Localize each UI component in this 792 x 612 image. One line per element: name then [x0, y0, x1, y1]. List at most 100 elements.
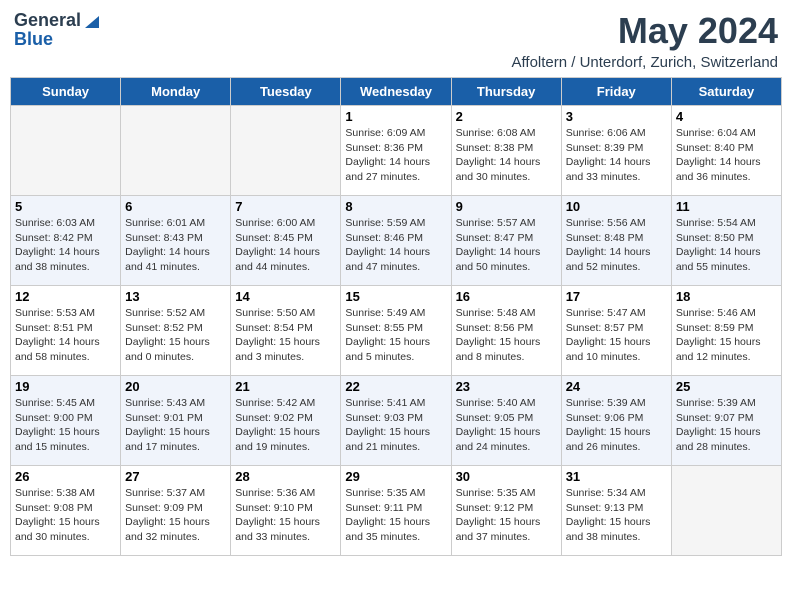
week-row-5: 26 Sunrise: 5:38 AM Sunset: 9:08 PM Dayli…	[11, 466, 782, 556]
day-info: Sunrise: 5:35 AM Sunset: 9:12 PM Dayligh…	[456, 486, 557, 545]
day-number: 13	[125, 289, 226, 304]
logo-general: General	[14, 10, 81, 31]
day-info: Sunrise: 5:43 AM Sunset: 9:01 PM Dayligh…	[125, 396, 226, 455]
day-number: 7	[235, 199, 336, 214]
day-cell-23: 23 Sunrise: 5:40 AM Sunset: 9:05 PM Dayli…	[451, 376, 561, 466]
weekday-header-friday: Friday	[561, 78, 671, 106]
day-info: Sunrise: 5:46 AM Sunset: 8:59 PM Dayligh…	[676, 306, 777, 365]
day-cell-16: 16Sunrise: 5:48 AM Sunset: 8:56 PM Dayli…	[451, 286, 561, 376]
day-info: Sunrise: 5:40 AM Sunset: 9:05 PM Dayligh…	[456, 396, 557, 455]
week-row-1: 1 Sunrise: 6:09 AM Sunset: 8:36 PM Daylig…	[11, 106, 782, 196]
weekday-header-thursday: Thursday	[451, 78, 561, 106]
day-info: Sunrise: 5:47 AM Sunset: 8:57 PM Dayligh…	[566, 306, 667, 365]
day-cell-8: 8 Sunrise: 5:59 AM Sunset: 8:46 PM Daylig…	[341, 196, 451, 286]
day-cell-26: 26 Sunrise: 5:38 AM Sunset: 9:08 PM Dayli…	[11, 466, 121, 556]
day-number: 15	[345, 289, 446, 304]
title-month: May 2024	[512, 10, 779, 52]
day-cell-7: 7 Sunrise: 6:00 AM Sunset: 8:45 PM Daylig…	[231, 196, 341, 286]
day-number: 22	[345, 379, 446, 394]
day-cell-20: 20 Sunrise: 5:43 AM Sunset: 9:01 PM Dayli…	[121, 376, 231, 466]
logo-triangle-icon	[83, 12, 101, 30]
empty-cell	[11, 106, 121, 196]
weekday-header-row: SundayMondayTuesdayWednesdayThursdayFrid…	[11, 78, 782, 106]
day-info: Sunrise: 5:45 AM Sunset: 9:00 PM Dayligh…	[15, 396, 116, 455]
day-info: Sunrise: 5:56 AM Sunset: 8:48 PM Dayligh…	[566, 216, 667, 275]
day-info: Sunrise: 6:03 AM Sunset: 8:42 PM Dayligh…	[15, 216, 116, 275]
day-info: Sunrise: 5:34 AM Sunset: 9:13 PM Dayligh…	[566, 486, 667, 545]
calendar-table: SundayMondayTuesdayWednesdayThursdayFrid…	[10, 77, 782, 556]
day-info: Sunrise: 5:39 AM Sunset: 9:07 PM Dayligh…	[676, 396, 777, 455]
weekday-header-tuesday: Tuesday	[231, 78, 341, 106]
day-number: 8	[345, 199, 446, 214]
day-info: Sunrise: 5:57 AM Sunset: 8:47 PM Dayligh…	[456, 216, 557, 275]
weekday-header-sunday: Sunday	[11, 78, 121, 106]
day-info: Sunrise: 5:41 AM Sunset: 9:03 PM Dayligh…	[345, 396, 446, 455]
day-info: Sunrise: 5:36 AM Sunset: 9:10 PM Dayligh…	[235, 486, 336, 545]
day-cell-3: 3 Sunrise: 6:06 AM Sunset: 8:39 PM Daylig…	[561, 106, 671, 196]
day-cell-17: 17 Sunrise: 5:47 AM Sunset: 8:57 PM Dayli…	[561, 286, 671, 376]
day-number: 5	[15, 199, 116, 214]
day-cell-12: 12 Sunrise: 5:53 AM Sunset: 8:51 PM Dayli…	[11, 286, 121, 376]
day-info: Sunrise: 5:38 AM Sunset: 9:08 PM Dayligh…	[15, 486, 116, 545]
day-cell-22: 22 Sunrise: 5:41 AM Sunset: 9:03 PM Dayli…	[341, 376, 451, 466]
day-cell-19: 19 Sunrise: 5:45 AM Sunset: 9:00 PM Dayli…	[11, 376, 121, 466]
day-number: 20	[125, 379, 226, 394]
day-number: 16	[456, 289, 557, 304]
day-cell-21: 21Sunrise: 5:42 AM Sunset: 9:02 PM Dayli…	[231, 376, 341, 466]
day-number: 30	[456, 469, 557, 484]
day-info: Sunrise: 5:35 AM Sunset: 9:11 PM Dayligh…	[345, 486, 446, 545]
day-info: Sunrise: 6:09 AM Sunset: 8:36 PM Dayligh…	[345, 126, 446, 185]
day-info: Sunrise: 5:49 AM Sunset: 8:55 PM Dayligh…	[345, 306, 446, 365]
day-number: 26	[15, 469, 116, 484]
day-info: Sunrise: 5:37 AM Sunset: 9:09 PM Dayligh…	[125, 486, 226, 545]
day-cell-10: 10 Sunrise: 5:56 AM Sunset: 8:48 PM Dayli…	[561, 196, 671, 286]
day-number: 25	[676, 379, 777, 394]
day-number: 28	[235, 469, 336, 484]
day-info: Sunrise: 5:42 AM Sunset: 9:02 PM Dayligh…	[235, 396, 336, 455]
day-number: 10	[566, 199, 667, 214]
day-info: Sunrise: 5:52 AM Sunset: 8:52 PM Dayligh…	[125, 306, 226, 365]
weekday-header-wednesday: Wednesday	[341, 78, 451, 106]
day-cell-27: 27 Sunrise: 5:37 AM Sunset: 9:09 PM Dayli…	[121, 466, 231, 556]
day-number: 31	[566, 469, 667, 484]
empty-cell	[671, 466, 781, 556]
day-number: 18	[676, 289, 777, 304]
day-number: 14	[235, 289, 336, 304]
week-row-2: 5 Sunrise: 6:03 AM Sunset: 8:42 PM Daylig…	[11, 196, 782, 286]
day-cell-14: 14 Sunrise: 5:50 AM Sunset: 8:54 PM Dayli…	[231, 286, 341, 376]
day-info: Sunrise: 5:54 AM Sunset: 8:50 PM Dayligh…	[676, 216, 777, 275]
day-cell-1: 1 Sunrise: 6:09 AM Sunset: 8:36 PM Daylig…	[341, 106, 451, 196]
day-cell-5: 5 Sunrise: 6:03 AM Sunset: 8:42 PM Daylig…	[11, 196, 121, 286]
day-info: Sunrise: 6:01 AM Sunset: 8:43 PM Dayligh…	[125, 216, 226, 275]
day-number: 1	[345, 109, 446, 124]
weekday-header-saturday: Saturday	[671, 78, 781, 106]
day-cell-6: 6 Sunrise: 6:01 AM Sunset: 8:43 PM Daylig…	[121, 196, 231, 286]
day-info: Sunrise: 6:08 AM Sunset: 8:38 PM Dayligh…	[456, 126, 557, 185]
day-number: 3	[566, 109, 667, 124]
day-info: Sunrise: 6:06 AM Sunset: 8:39 PM Dayligh…	[566, 126, 667, 185]
day-number: 19	[15, 379, 116, 394]
day-number: 11	[676, 199, 777, 214]
week-row-4: 19 Sunrise: 5:45 AM Sunset: 9:00 PM Dayli…	[11, 376, 782, 466]
day-cell-28: 28 Sunrise: 5:36 AM Sunset: 9:10 PM Dayli…	[231, 466, 341, 556]
day-info: Sunrise: 5:39 AM Sunset: 9:06 PM Dayligh…	[566, 396, 667, 455]
weekday-header-monday: Monday	[121, 78, 231, 106]
title-block: May 2024 Affoltern / Unterdorf, Zurich, …	[512, 10, 779, 71]
day-number: 6	[125, 199, 226, 214]
day-number: 17	[566, 289, 667, 304]
title-location: Affoltern / Unterdorf, Zurich, Switzerla…	[512, 54, 779, 71]
day-cell-30: 30 Sunrise: 5:35 AM Sunset: 9:12 PM Dayli…	[451, 466, 561, 556]
empty-cell	[231, 106, 341, 196]
day-cell-4: 4Sunrise: 6:04 AM Sunset: 8:40 PM Daylig…	[671, 106, 781, 196]
day-number: 2	[456, 109, 557, 124]
day-cell-2: 2 Sunrise: 6:08 AM Sunset: 8:38 PM Daylig…	[451, 106, 561, 196]
day-number: 27	[125, 469, 226, 484]
day-cell-9: 9Sunrise: 5:57 AM Sunset: 8:47 PM Daylig…	[451, 196, 561, 286]
day-info: Sunrise: 5:53 AM Sunset: 8:51 PM Dayligh…	[15, 306, 116, 365]
day-number: 23	[456, 379, 557, 394]
day-number: 12	[15, 289, 116, 304]
day-info: Sunrise: 5:59 AM Sunset: 8:46 PM Dayligh…	[345, 216, 446, 275]
day-cell-31: 31 Sunrise: 5:34 AM Sunset: 9:13 PM Dayli…	[561, 466, 671, 556]
day-info: Sunrise: 6:00 AM Sunset: 8:45 PM Dayligh…	[235, 216, 336, 275]
day-info: Sunrise: 5:50 AM Sunset: 8:54 PM Dayligh…	[235, 306, 336, 365]
